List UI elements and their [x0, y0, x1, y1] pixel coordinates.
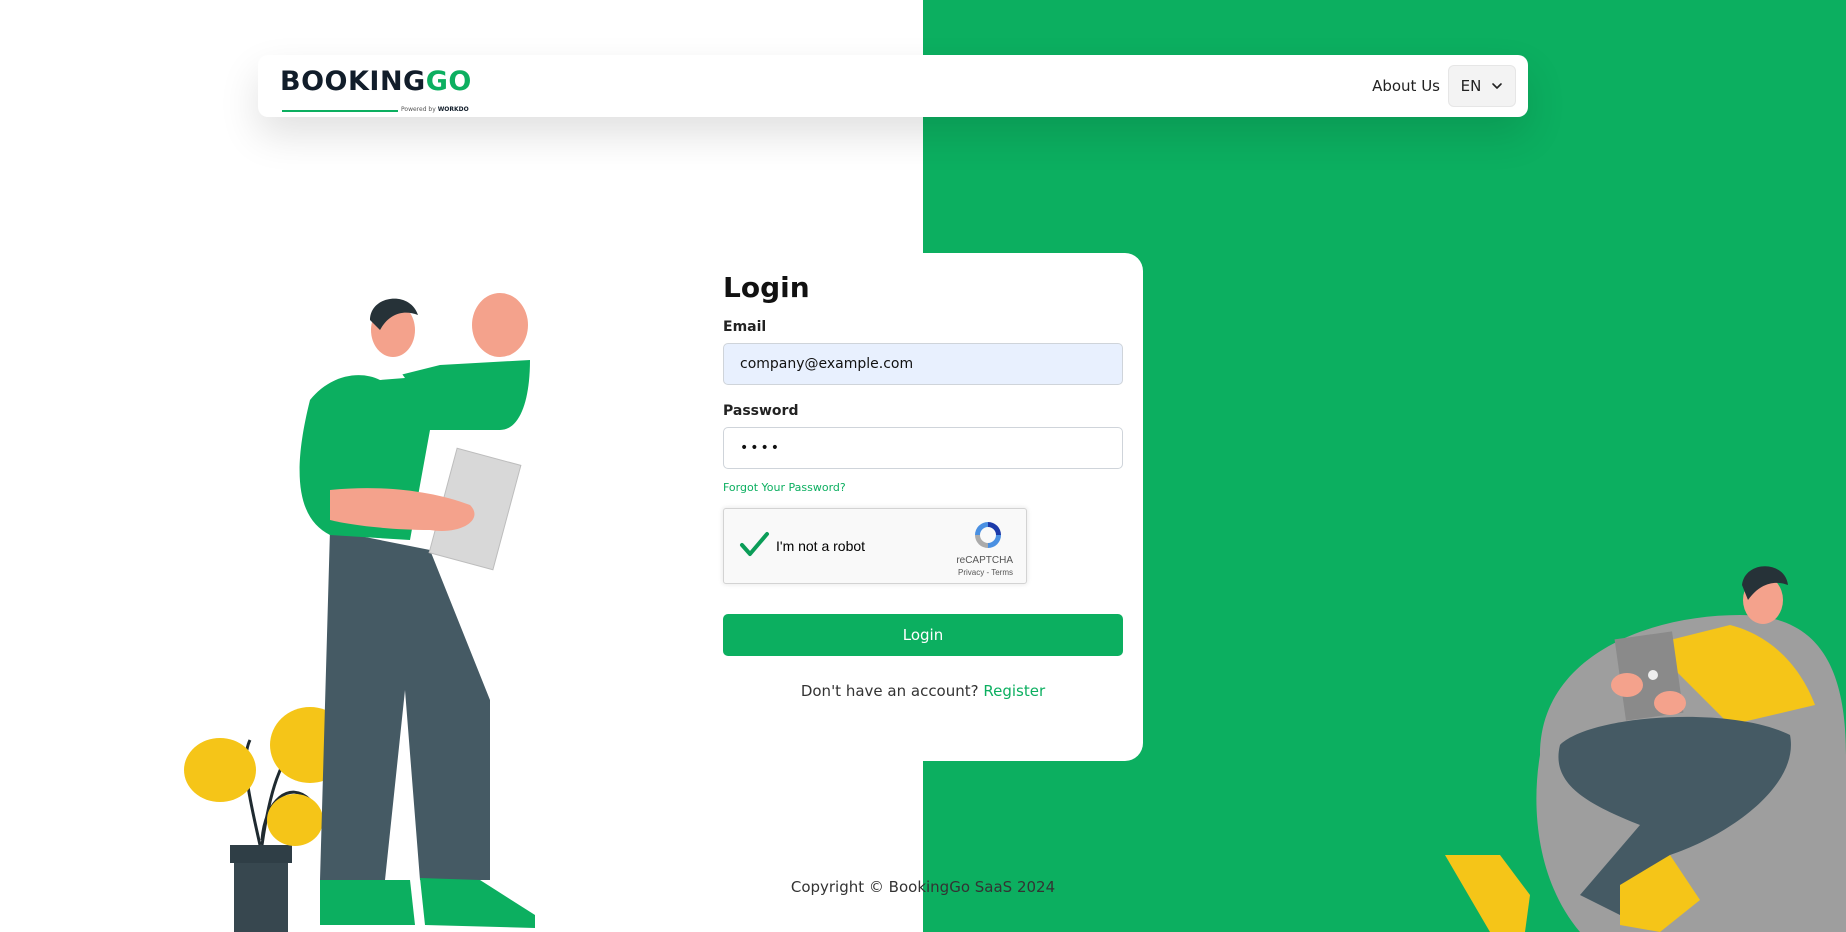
checkmark-icon[interactable]	[738, 529, 770, 561]
navbar-actions: About Us EN	[1372, 65, 1516, 107]
copyright-footer: Copyright © BookingGo SaaS 2024	[790, 878, 1056, 896]
chevron-down-icon	[1492, 83, 1503, 89]
recaptcha-privacy-terms[interactable]: Privacy - Terms	[958, 568, 1013, 577]
password-field[interactable]	[723, 426, 1123, 469]
login-card: Login Email Password Forgot Your Passwor…	[703, 253, 1143, 761]
forgot-password-link[interactable]: Forgot Your Password?	[723, 481, 1123, 494]
logo-powered-by: Powered by WORKDO	[401, 106, 469, 113]
login-title: Login	[723, 271, 810, 304]
language-selector[interactable]: EN	[1448, 65, 1516, 107]
standing-man-illustration	[184, 293, 535, 932]
password-label: Password	[723, 402, 799, 419]
top-navbar: BOOKINGGO Powered by WORKDO About Us EN	[258, 55, 1528, 117]
recaptcha-widget: I'm not a robot reCAPTCHA Privacy - Term…	[723, 507, 1027, 584]
recaptcha-label: I'm not a robot	[776, 537, 866, 554]
about-us-link[interactable]: About Us	[1372, 77, 1440, 95]
recaptcha-brand: reCAPTCHA	[956, 554, 1013, 566]
email-label: Email	[723, 318, 767, 335]
bookinggo-logo[interactable]: BOOKINGGO Powered by WORKDO	[270, 63, 471, 113]
logo-wordmark: BOOKINGGO	[280, 66, 472, 97]
register-prompt-text: Don't have an account?	[800, 681, 979, 700]
sitting-man-illustration	[1445, 566, 1846, 932]
recaptcha-logo-icon	[975, 521, 1001, 548]
email-field[interactable]	[723, 342, 1123, 385]
language-code: EN	[1460, 77, 1482, 95]
register-prompt: Don't have an account? Register	[723, 682, 1123, 700]
logo-underline	[282, 110, 398, 112]
login-button[interactable]: Login	[723, 613, 1123, 656]
register-link[interactable]: Register	[983, 682, 1045, 700]
